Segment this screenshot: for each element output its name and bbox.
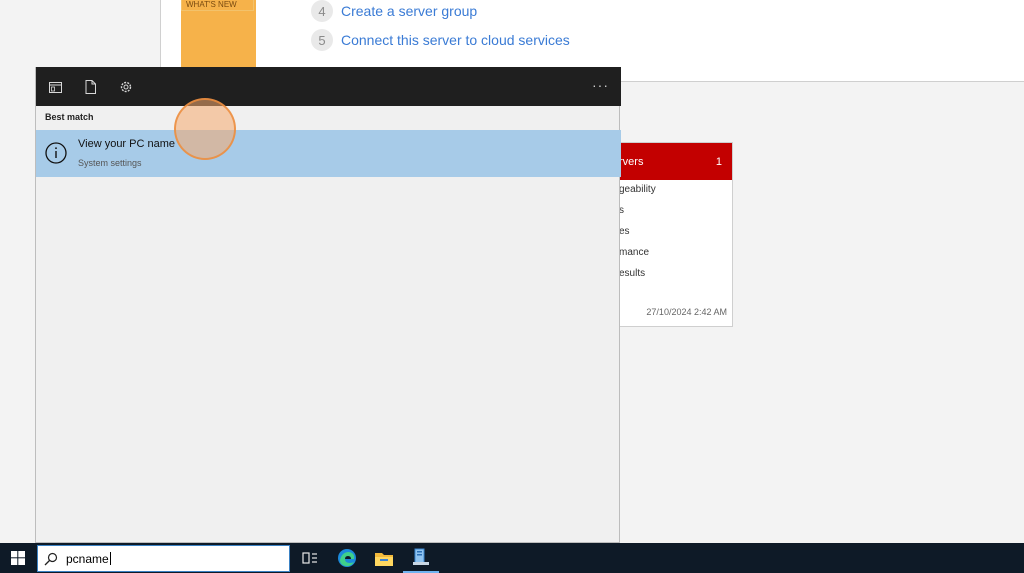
servers-tile-title: rvers [619,156,644,168]
whats-new-tile[interactable]: WHAT'S NEW [181,0,256,67]
server-manager-icon[interactable] [403,543,439,573]
settings-gear-icon[interactable] [118,79,134,95]
servers-tile-timestamp: 27/10/2024 2:42 AM [646,307,727,317]
servers-tile-row[interactable]: esults [619,268,645,279]
whats-new-label: WHAT'S NEW [181,0,254,11]
step-number: 5 [311,29,333,51]
task-view-icon[interactable] [292,543,328,573]
servers-tile-row[interactable]: mance [619,247,649,258]
documents-icon[interactable] [82,79,98,95]
result-subtitle: System settings [78,158,142,168]
search-icon [44,552,58,566]
servers-tile-row[interactable]: geability [619,184,656,195]
search-input[interactable]: pcname [66,552,111,566]
step-number: 4 [311,0,333,22]
create-server-group-link[interactable]: Create a server group [341,3,477,19]
step-connect-cloud[interactable]: 5 Connect this server to cloud services [311,29,570,51]
best-match-result[interactable]: View your PC name System settings [36,130,621,177]
result-title: View your PC name [78,138,176,150]
start-button[interactable] [0,543,36,573]
servers-tile-row[interactable]: es [619,226,630,237]
file-explorer-icon[interactable] [366,543,402,573]
taskbar: pcname [0,543,1024,573]
apps-icon[interactable] [47,79,63,95]
edge-icon[interactable] [329,543,365,573]
more-options-icon[interactable]: ··· [592,77,609,93]
click-indicator [174,98,236,160]
step-create-server-group[interactable]: 4 Create a server group [311,0,477,22]
connect-cloud-services-link[interactable]: Connect this server to cloud services [341,32,570,48]
info-icon [45,142,67,164]
taskbar-search-box[interactable]: pcname [37,545,290,572]
servers-count-badge: 1 [715,156,722,168]
search-filter-toolbar: ··· [36,67,621,106]
windows-logo-icon [11,551,25,565]
best-match-heading: Best match [45,112,94,122]
start-search-panel: ··· Best match View your PC name System … [35,67,621,543]
